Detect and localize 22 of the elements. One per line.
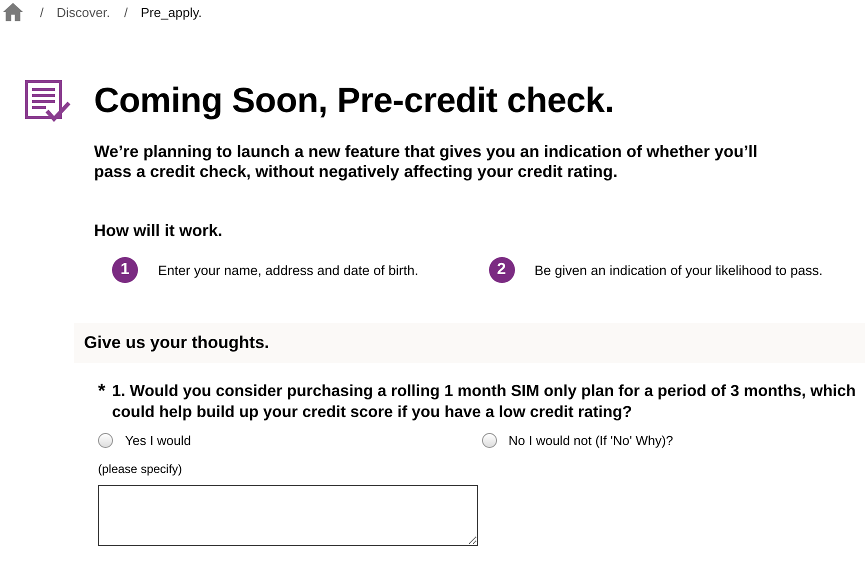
option-label[interactable]: Yes I would <box>125 433 192 448</box>
step-number: 1 <box>112 257 138 283</box>
step-text: Enter your name, address and date of birth. <box>158 262 418 278</box>
step-text: Be given an indication of your likelihood to pass. <box>534 262 823 278</box>
section-heading: Give us your thoughts. <box>84 333 270 353</box>
breadcrumb-separator: / <box>40 4 44 20</box>
breadcrumb-separator: / <box>124 4 128 20</box>
home-icon[interactable] <box>2 2 24 22</box>
breadcrumb-link[interactable]: Discover. <box>56 4 110 20</box>
breadcrumb-link[interactable]: Pre_apply. <box>140 4 202 20</box>
section-heading: How will it work. <box>94 222 224 241</box>
required-mark: * <box>98 381 106 404</box>
page-title: Coming Soon, Pre-credit check. <box>94 81 614 121</box>
step-number: 2 <box>488 257 514 283</box>
radio-button[interactable] <box>98 433 113 448</box>
checklist-icon <box>25 80 71 122</box>
option-label[interactable]: No I would not (If 'No' Why)? <box>508 433 674 448</box>
field-label: (please specify) <box>98 462 184 476</box>
answer-box[interactable] <box>98 485 478 546</box>
question-text: 1. Would you consider purchasing a rolling 1 month SIM only plan for a period of 3 months, which could help build up your credit score if you have a low credit rating? <box>112 382 857 423</box>
radio-button[interactable] <box>482 433 496 448</box>
intro-text: We’re planning to launch a new feature that gives you an indication of whether you’ll pass a credit check, without negatively affecting your credit rating. <box>94 142 758 182</box>
